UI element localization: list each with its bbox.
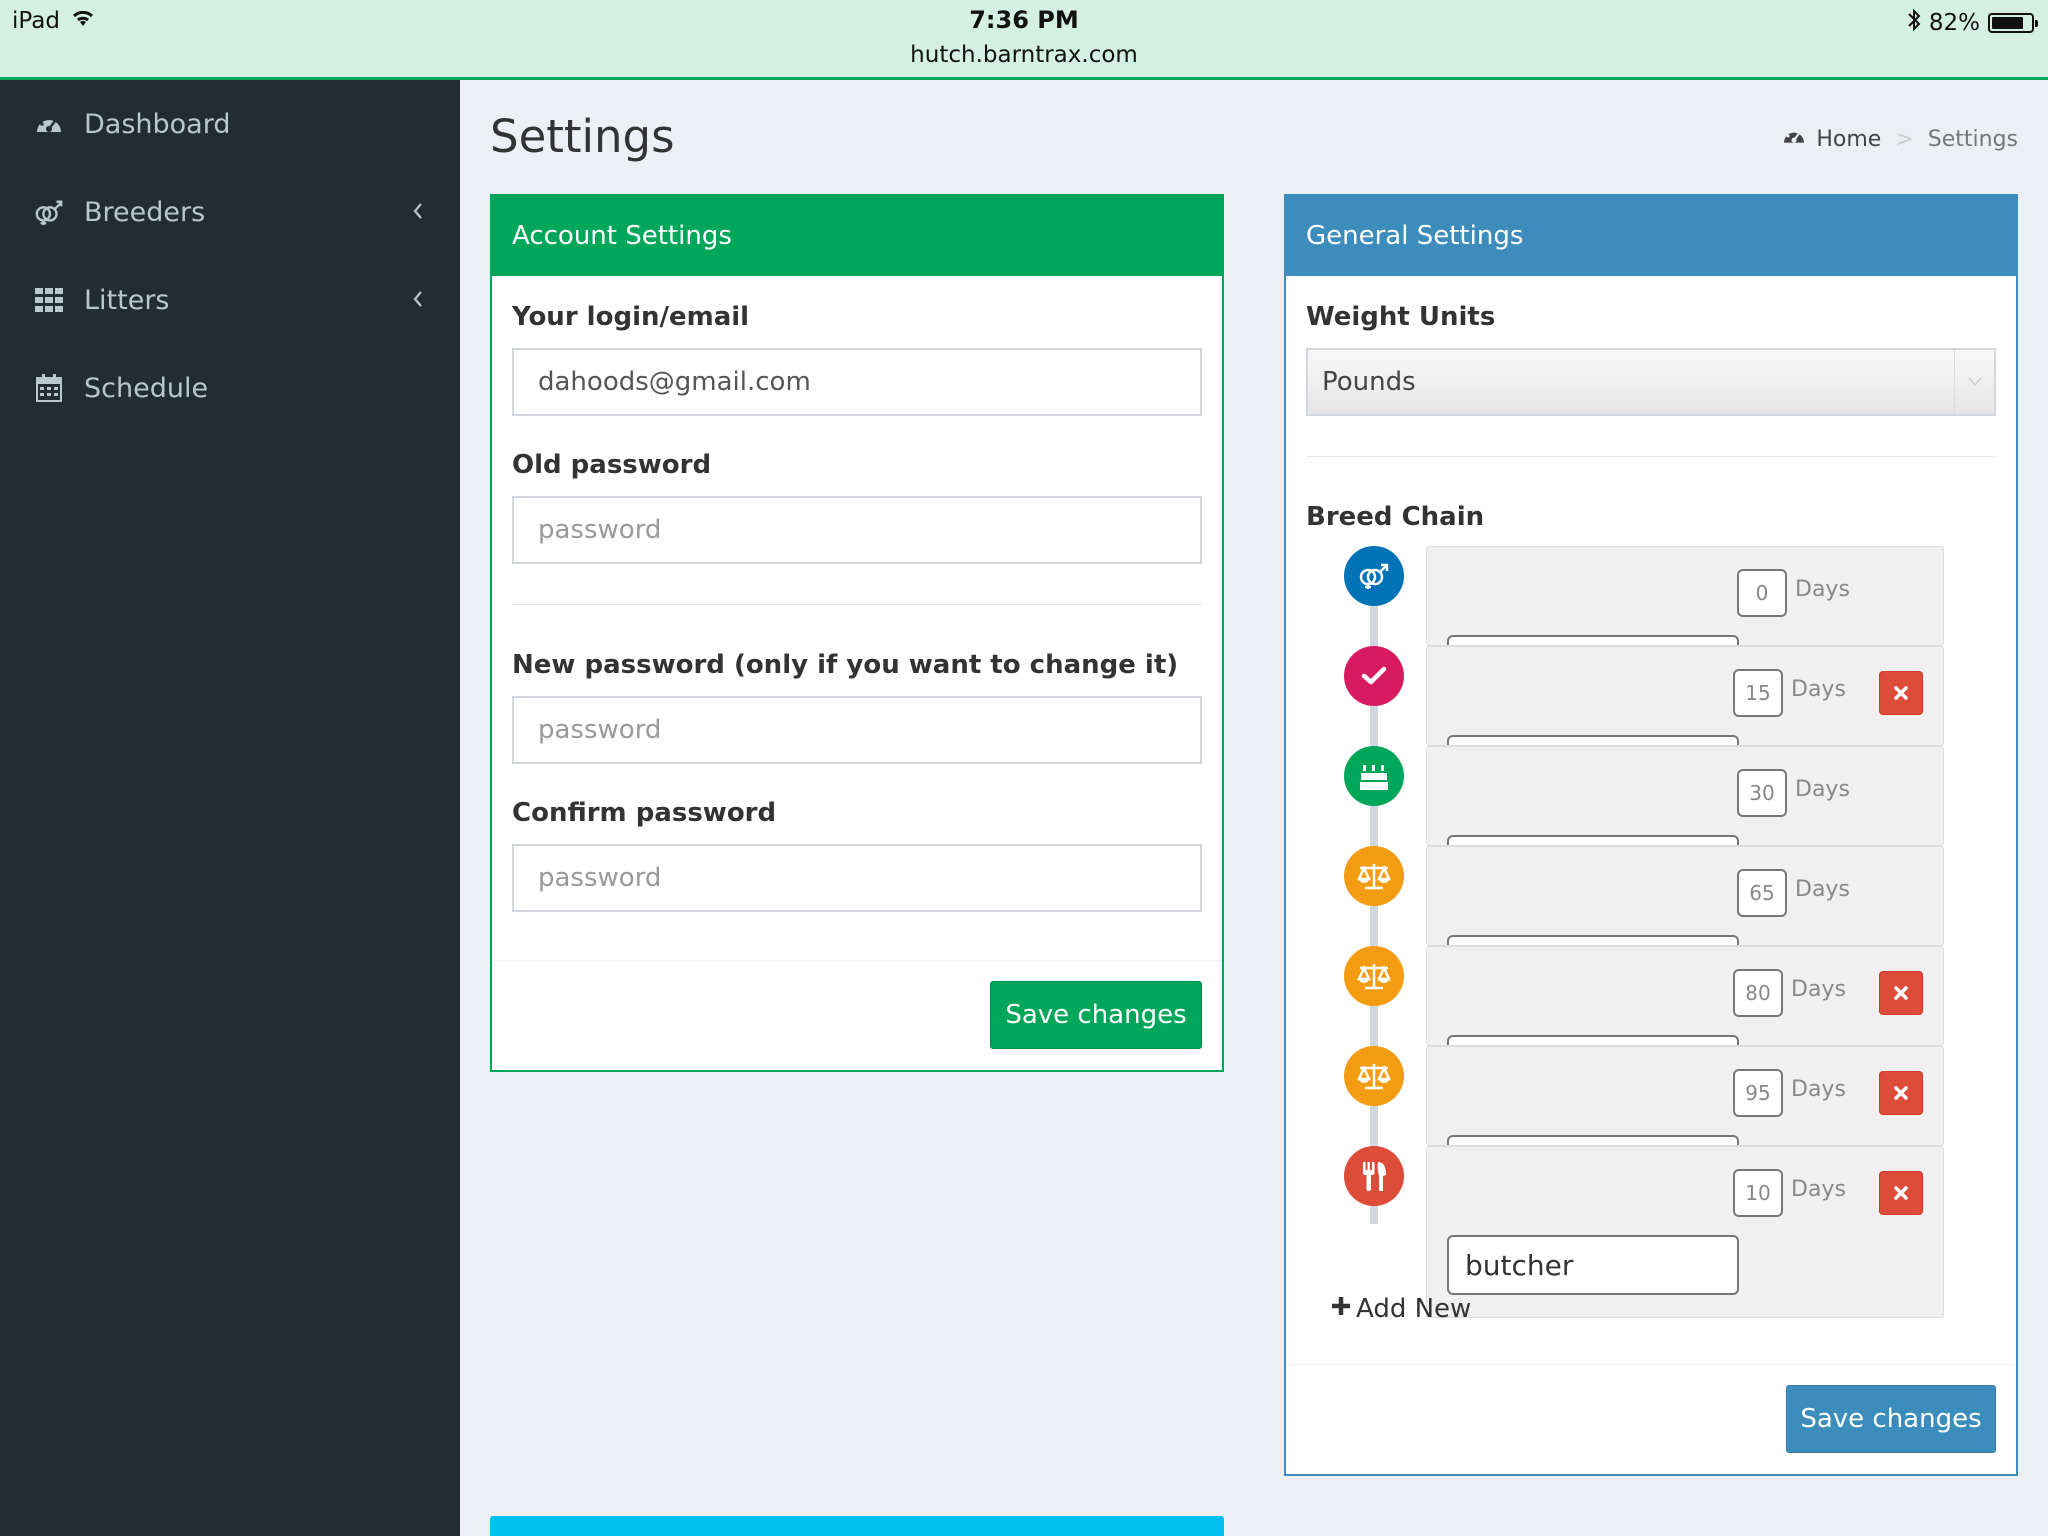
close-icon bbox=[1894, 1086, 1908, 1100]
add-new-label: Add New bbox=[1356, 1294, 1472, 1324]
weight-units-select[interactable]: Pounds bbox=[1306, 348, 1996, 416]
step-days-input[interactable] bbox=[1733, 1169, 1783, 1217]
general-box-footer: Save changes bbox=[1286, 1364, 2016, 1474]
sidebar-item-label: Litters bbox=[84, 284, 170, 316]
status-time: 7:36 PM bbox=[969, 6, 1079, 34]
sidebar-item-breeders[interactable]: Breeders bbox=[0, 168, 460, 256]
remove-step-button[interactable] bbox=[1879, 1171, 1923, 1215]
step-name-input[interactable] bbox=[1447, 935, 1739, 945]
step-name-input[interactable] bbox=[1447, 835, 1739, 845]
account-settings-box: Account Settings Your login/email Old pa… bbox=[490, 194, 1224, 1072]
chevron-left-icon[interactable] bbox=[406, 196, 430, 226]
battery-percent: 82% bbox=[1928, 10, 1980, 36]
sidebar-item-schedule[interactable]: Schedule bbox=[0, 344, 460, 432]
email-label: Your login/email bbox=[512, 302, 750, 332]
grid-icon bbox=[34, 285, 64, 315]
battery-icon bbox=[1988, 13, 2038, 33]
breadcrumb-separator: > bbox=[1895, 126, 1914, 152]
chevron-left-icon[interactable] bbox=[406, 284, 430, 314]
chevron-down-icon bbox=[1954, 350, 1994, 414]
page-title: Settings bbox=[490, 110, 675, 163]
remove-step-button[interactable] bbox=[1879, 671, 1923, 715]
step-name-input[interactable] bbox=[1447, 1035, 1739, 1045]
step-name-input[interactable] bbox=[1447, 635, 1739, 645]
confirm-password-field[interactable] bbox=[512, 844, 1202, 912]
address-bar-url[interactable]: hutch.barntrax.com bbox=[0, 42, 2048, 68]
sidebar: Dashboard Breeders Litters Schedule bbox=[0, 80, 460, 1536]
divider bbox=[1306, 456, 1996, 457]
breed-chain-step: Days bbox=[1426, 746, 1944, 846]
sidebar-item-dashboard[interactable]: Dashboard bbox=[0, 80, 460, 168]
balance-scale-icon bbox=[1344, 846, 1404, 906]
breed-chain-step: Days bbox=[1426, 1046, 1944, 1146]
balance-scale-icon bbox=[1344, 1046, 1404, 1106]
close-icon bbox=[1894, 1186, 1908, 1200]
bluetooth-icon bbox=[1907, 8, 1921, 38]
general-save-button[interactable]: Save changes bbox=[1786, 1385, 1996, 1453]
remove-step-button[interactable] bbox=[1879, 1071, 1923, 1115]
confirm-password-label: Confirm password bbox=[512, 798, 777, 828]
new-password-field[interactable] bbox=[512, 696, 1202, 764]
cutlery-icon bbox=[1344, 1146, 1404, 1206]
dashboard-icon bbox=[34, 109, 64, 139]
calendar-icon bbox=[34, 373, 64, 403]
weight-units-value: Pounds bbox=[1322, 367, 1416, 397]
step-days-input[interactable] bbox=[1733, 969, 1783, 1017]
plus-icon bbox=[1330, 1294, 1352, 1324]
partial-info-box bbox=[490, 1516, 1224, 1536]
breadcrumb-home-link[interactable]: Home bbox=[1816, 127, 1881, 152]
new-password-label: New password (only if you want to change… bbox=[512, 650, 1179, 680]
breeders-icon bbox=[34, 197, 64, 227]
birthday-cake-icon bbox=[1344, 746, 1404, 806]
sidebar-item-litters[interactable]: Litters bbox=[0, 256, 460, 344]
old-password-field[interactable] bbox=[512, 496, 1202, 564]
weight-units-label: Weight Units bbox=[1306, 302, 1496, 332]
divider bbox=[512, 604, 1202, 605]
days-label: Days bbox=[1791, 1077, 1846, 1102]
step-days-input[interactable] bbox=[1733, 669, 1783, 717]
step-days-input[interactable] bbox=[1737, 869, 1787, 917]
days-label: Days bbox=[1791, 677, 1846, 702]
step-days-input[interactable] bbox=[1733, 1069, 1783, 1117]
days-label: Days bbox=[1795, 577, 1850, 602]
sidebar-item-label: Schedule bbox=[84, 372, 209, 404]
step-name-input[interactable] bbox=[1447, 1135, 1739, 1145]
close-icon bbox=[1894, 986, 1908, 1000]
general-settings-title: General Settings bbox=[1286, 196, 2016, 276]
breed-chain-step: Days bbox=[1426, 546, 1944, 646]
breed-icon bbox=[1344, 546, 1404, 606]
breadcrumb-current: Settings bbox=[1927, 126, 2018, 152]
step-days-input[interactable] bbox=[1737, 769, 1787, 817]
remove-step-button[interactable] bbox=[1879, 971, 1923, 1015]
old-password-label: Old password bbox=[512, 450, 712, 480]
breed-chain-step: Days bbox=[1426, 646, 1944, 746]
days-label: Days bbox=[1791, 1177, 1846, 1202]
ios-status-bar: iPad 7:36 PM hutch.barntrax.com 82% bbox=[0, 0, 2048, 80]
account-save-button[interactable]: Save changes bbox=[990, 981, 1202, 1049]
step-days-input[interactable] bbox=[1737, 569, 1787, 617]
breadcrumb: Home > Settings bbox=[1782, 126, 2018, 152]
email-field[interactable] bbox=[512, 348, 1202, 416]
close-icon bbox=[1894, 686, 1908, 700]
add-new-step-button[interactable]: Add New bbox=[1330, 1294, 1471, 1324]
days-label: Days bbox=[1795, 777, 1850, 802]
days-label: Days bbox=[1791, 977, 1846, 1002]
step-name-input[interactable] bbox=[1447, 735, 1739, 745]
breed-chain-step: Days bbox=[1426, 846, 1944, 946]
sidebar-item-label: Dashboard bbox=[84, 108, 231, 140]
balance-scale-icon bbox=[1344, 946, 1404, 1006]
general-settings-box: General Settings Weight Units Pounds Bre… bbox=[1284, 194, 2018, 1476]
account-settings-title: Account Settings bbox=[492, 196, 1222, 276]
breed-chain-step: Days bbox=[1426, 946, 1944, 1046]
dashboard-icon bbox=[1782, 126, 1806, 152]
breed-chain-label: Breed Chain bbox=[1306, 502, 1485, 532]
account-box-footer: Save changes bbox=[492, 960, 1222, 1070]
days-label: Days bbox=[1795, 877, 1850, 902]
step-name-input[interactable] bbox=[1447, 1235, 1739, 1295]
sidebar-item-label: Breeders bbox=[84, 196, 206, 228]
breed-chain-step: Days bbox=[1426, 1146, 1944, 1318]
check-icon bbox=[1344, 646, 1404, 706]
